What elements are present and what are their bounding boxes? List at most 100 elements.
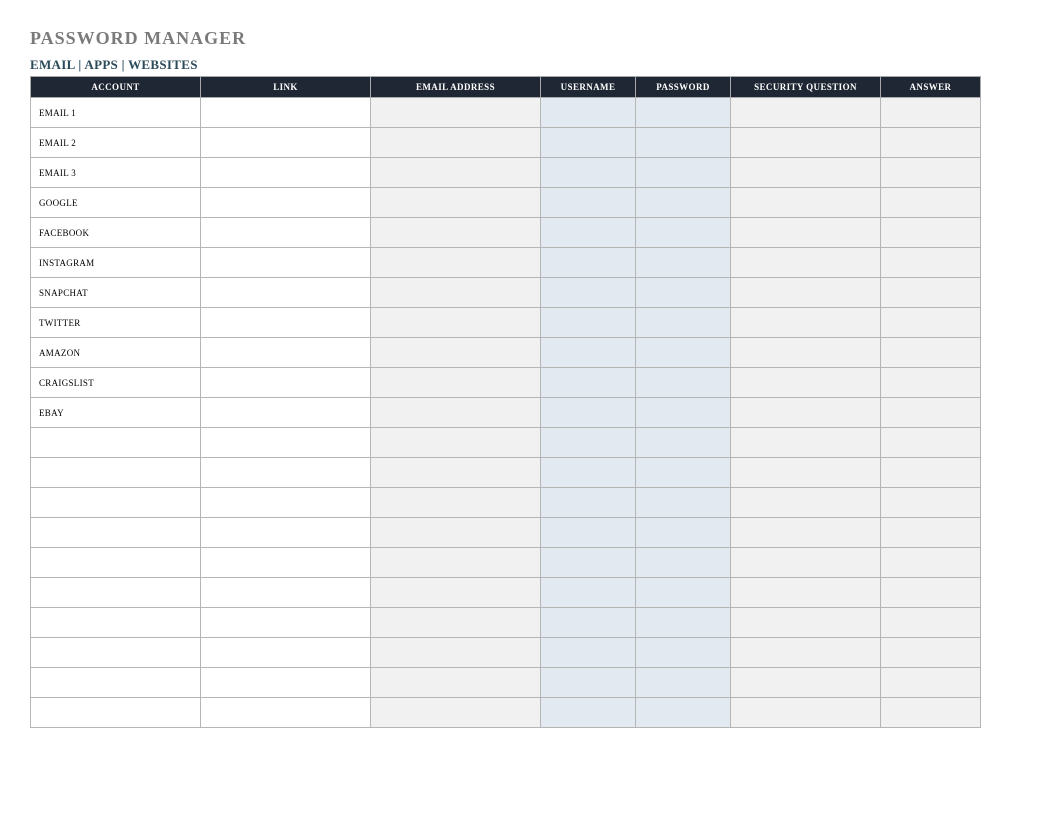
cell-security-question[interactable] (731, 518, 881, 548)
cell-security-question[interactable] (731, 158, 881, 188)
cell-email[interactable] (371, 338, 541, 368)
cell-security-question[interactable] (731, 698, 881, 728)
cell-password[interactable] (636, 398, 731, 428)
cell-username[interactable] (541, 98, 636, 128)
cell-security-question[interactable] (731, 428, 881, 458)
cell-username[interactable] (541, 638, 636, 668)
cell-email[interactable] (371, 398, 541, 428)
cell-password[interactable] (636, 668, 731, 698)
cell-username[interactable] (541, 308, 636, 338)
cell-link[interactable] (201, 638, 371, 668)
cell-account[interactable] (31, 518, 201, 548)
cell-email[interactable] (371, 278, 541, 308)
cell-link[interactable] (201, 248, 371, 278)
cell-username[interactable] (541, 548, 636, 578)
cell-password[interactable] (636, 638, 731, 668)
cell-account[interactable]: INSTAGRAM (31, 248, 201, 278)
cell-username[interactable] (541, 698, 636, 728)
cell-link[interactable] (201, 368, 371, 398)
cell-answer[interactable] (881, 428, 981, 458)
cell-email[interactable] (371, 158, 541, 188)
cell-account[interactable] (31, 608, 201, 638)
cell-security-question[interactable] (731, 98, 881, 128)
cell-account[interactable]: EMAIL 2 (31, 128, 201, 158)
cell-password[interactable] (636, 98, 731, 128)
cell-password[interactable] (636, 278, 731, 308)
cell-password[interactable] (636, 338, 731, 368)
cell-security-question[interactable] (731, 548, 881, 578)
cell-account[interactable] (31, 488, 201, 518)
cell-account[interactable] (31, 458, 201, 488)
cell-link[interactable] (201, 128, 371, 158)
cell-answer[interactable] (881, 188, 981, 218)
cell-account[interactable] (31, 548, 201, 578)
cell-answer[interactable] (881, 98, 981, 128)
cell-link[interactable] (201, 98, 371, 128)
cell-answer[interactable] (881, 518, 981, 548)
cell-password[interactable] (636, 158, 731, 188)
cell-email[interactable] (371, 98, 541, 128)
cell-link[interactable] (201, 398, 371, 428)
cell-link[interactable] (201, 308, 371, 338)
cell-username[interactable] (541, 608, 636, 638)
cell-password[interactable] (636, 548, 731, 578)
cell-account[interactable] (31, 578, 201, 608)
cell-answer[interactable] (881, 308, 981, 338)
cell-security-question[interactable] (731, 488, 881, 518)
cell-password[interactable] (636, 458, 731, 488)
cell-username[interactable] (541, 338, 636, 368)
cell-email[interactable] (371, 548, 541, 578)
cell-email[interactable] (371, 428, 541, 458)
cell-security-question[interactable] (731, 218, 881, 248)
cell-username[interactable] (541, 158, 636, 188)
cell-answer[interactable] (881, 158, 981, 188)
cell-password[interactable] (636, 218, 731, 248)
cell-account[interactable] (31, 638, 201, 668)
cell-username[interactable] (541, 488, 636, 518)
cell-account[interactable]: EMAIL 3 (31, 158, 201, 188)
cell-email[interactable] (371, 308, 541, 338)
cell-link[interactable] (201, 158, 371, 188)
cell-link[interactable] (201, 578, 371, 608)
cell-password[interactable] (636, 518, 731, 548)
cell-password[interactable] (636, 698, 731, 728)
cell-security-question[interactable] (731, 128, 881, 158)
cell-username[interactable] (541, 368, 636, 398)
cell-security-question[interactable] (731, 368, 881, 398)
cell-email[interactable] (371, 458, 541, 488)
cell-account[interactable]: FACEBOOK (31, 218, 201, 248)
cell-answer[interactable] (881, 248, 981, 278)
cell-link[interactable] (201, 608, 371, 638)
cell-username[interactable] (541, 518, 636, 548)
cell-username[interactable] (541, 248, 636, 278)
cell-password[interactable] (636, 308, 731, 338)
cell-security-question[interactable] (731, 578, 881, 608)
cell-username[interactable] (541, 458, 636, 488)
cell-security-question[interactable] (731, 188, 881, 218)
cell-answer[interactable] (881, 668, 981, 698)
cell-security-question[interactable] (731, 278, 881, 308)
cell-account[interactable]: CRAIGSLIST (31, 368, 201, 398)
cell-email[interactable] (371, 488, 541, 518)
cell-link[interactable] (201, 188, 371, 218)
cell-username[interactable] (541, 428, 636, 458)
cell-account[interactable]: EMAIL 1 (31, 98, 201, 128)
cell-password[interactable] (636, 428, 731, 458)
cell-security-question[interactable] (731, 458, 881, 488)
cell-password[interactable] (636, 488, 731, 518)
cell-answer[interactable] (881, 578, 981, 608)
cell-link[interactable] (201, 458, 371, 488)
cell-link[interactable] (201, 518, 371, 548)
cell-link[interactable] (201, 428, 371, 458)
cell-email[interactable] (371, 668, 541, 698)
cell-email[interactable] (371, 128, 541, 158)
cell-email[interactable] (371, 368, 541, 398)
cell-email[interactable] (371, 248, 541, 278)
cell-security-question[interactable] (731, 248, 881, 278)
cell-answer[interactable] (881, 608, 981, 638)
cell-answer[interactable] (881, 638, 981, 668)
cell-answer[interactable] (881, 368, 981, 398)
cell-link[interactable] (201, 548, 371, 578)
cell-answer[interactable] (881, 218, 981, 248)
cell-security-question[interactable] (731, 668, 881, 698)
